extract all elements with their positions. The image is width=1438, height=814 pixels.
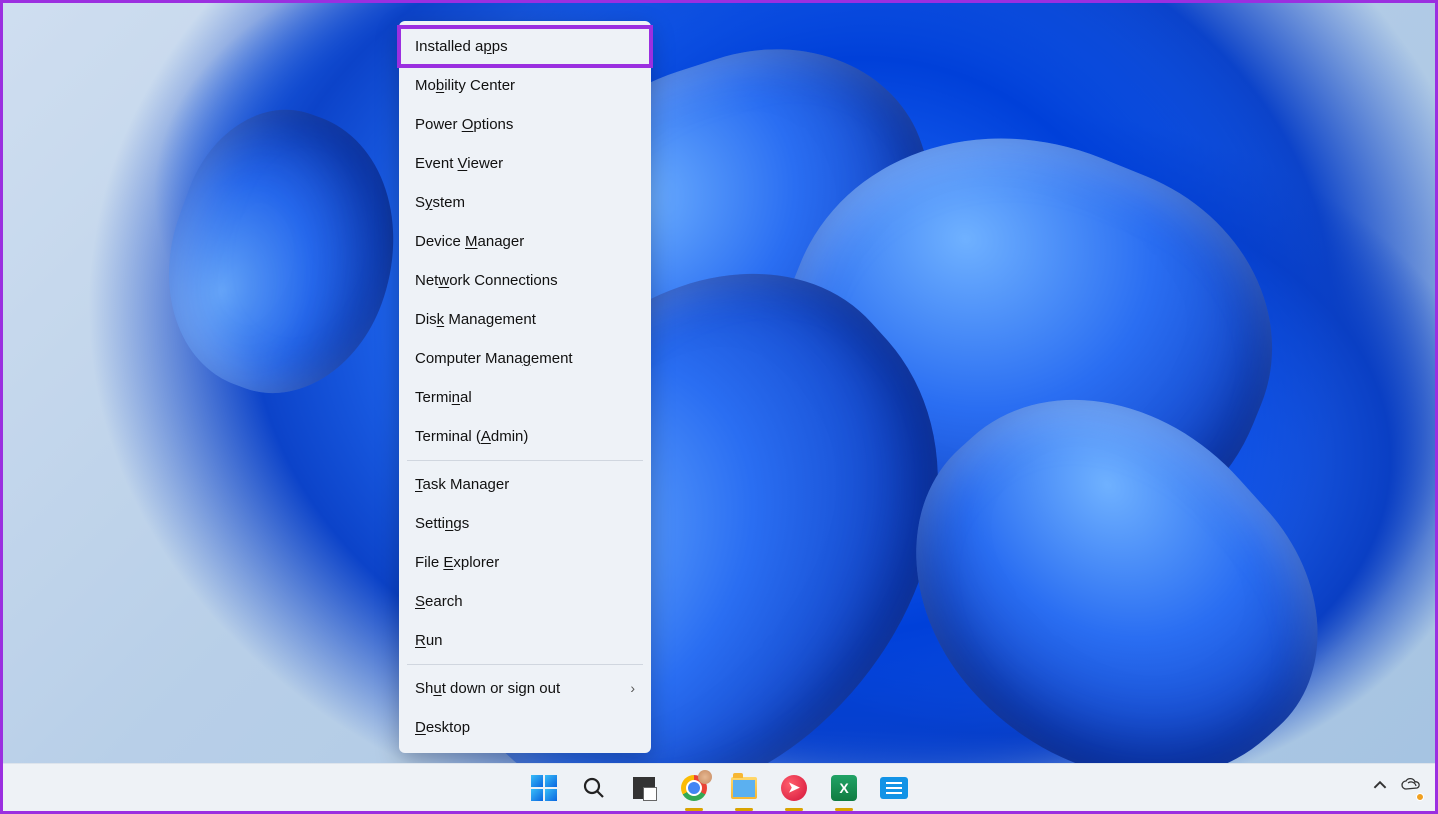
microsoft-excel[interactable]: X xyxy=(830,774,858,802)
menu-item-network-connections[interactable]: Network Connections xyxy=(399,261,651,300)
menu-item-label: Mobility Center xyxy=(415,75,515,96)
search-icon xyxy=(582,776,606,800)
menu-item-settings[interactable]: Settings xyxy=(399,504,651,543)
taskbar: ➤X xyxy=(3,763,1435,811)
menu-item-label: Settings xyxy=(415,513,469,534)
windows-logo-icon xyxy=(531,775,557,801)
menu-item-system[interactable]: System xyxy=(399,183,651,222)
menu-item-desktop[interactable]: Desktop xyxy=(399,708,651,747)
running-indicator xyxy=(785,808,803,811)
menu-separator xyxy=(407,664,643,665)
menu-item-label: Event Viewer xyxy=(415,153,503,174)
menu-item-task-manager[interactable]: Task Manager xyxy=(399,465,651,504)
menu-item-label: Terminal (Admin) xyxy=(415,426,528,447)
winx-context-menu: Installed apps Mobility Center Power Optio… xyxy=(399,21,651,753)
running-indicator xyxy=(735,808,753,811)
menu-item-label: Desktop xyxy=(415,717,470,738)
menu-item-label: Network Connections xyxy=(415,270,558,291)
app-icon: ➤ xyxy=(781,775,807,801)
menu-item-terminal[interactable]: Terminal xyxy=(399,378,651,417)
menu-item-search[interactable]: Search xyxy=(399,582,651,621)
menu-item-installed-apps[interactable]: Installed apps xyxy=(399,27,651,66)
google-chrome[interactable] xyxy=(680,774,708,802)
desktop-wallpaper[interactable] xyxy=(3,3,1435,763)
menu-item-mobility-center[interactable]: Mobility Center xyxy=(399,66,651,105)
menu-item-label: Terminal xyxy=(415,387,472,408)
task-view[interactable] xyxy=(630,774,658,802)
taskbar-icons: ➤X xyxy=(530,774,908,802)
menu-item-device-manager[interactable]: Device Manager xyxy=(399,222,651,261)
system-tray xyxy=(1373,763,1421,811)
app-icon xyxy=(880,777,908,799)
pinned-app-blue[interactable] xyxy=(880,774,908,802)
menu-item-label: Shut down or sign out xyxy=(415,678,560,699)
file-explorer-icon xyxy=(731,777,757,799)
menu-item-label: Installed apps xyxy=(415,36,508,57)
menu-item-label: Search xyxy=(415,591,463,612)
start-button[interactable] xyxy=(530,774,558,802)
chevron-right-icon: › xyxy=(630,679,635,699)
menu-item-label: Task Manager xyxy=(415,474,509,495)
menu-separator xyxy=(407,460,643,461)
menu-item-event-viewer[interactable]: Event Viewer xyxy=(399,144,651,183)
taskbar-search[interactable] xyxy=(580,774,608,802)
menu-item-terminal-admin[interactable]: Terminal (Admin) xyxy=(399,417,651,456)
menu-item-label: File Explorer xyxy=(415,552,499,573)
pinned-app-red[interactable]: ➤ xyxy=(780,774,808,802)
menu-item-label: Computer Management xyxy=(415,348,573,369)
menu-item-file-explorer[interactable]: File Explorer xyxy=(399,543,651,582)
menu-item-label: Disk Management xyxy=(415,309,536,330)
menu-item-computer-management[interactable]: Computer Management xyxy=(399,339,651,378)
menu-item-disk-management[interactable]: Disk Management xyxy=(399,300,651,339)
chrome-profile-avatar xyxy=(698,770,712,784)
task-view-icon xyxy=(633,777,655,799)
running-indicator xyxy=(685,808,703,811)
file-explorer[interactable] xyxy=(730,774,758,802)
excel-icon: X xyxy=(831,775,857,801)
onedrive-icon[interactable] xyxy=(1401,775,1421,799)
tray-expand-icon[interactable] xyxy=(1373,778,1387,796)
menu-item-label: Run xyxy=(415,630,443,651)
menu-item-power-options[interactable]: Power Options xyxy=(399,105,651,144)
running-indicator xyxy=(835,808,853,811)
menu-item-label: Power Options xyxy=(415,114,513,135)
menu-item-label: System xyxy=(415,192,465,213)
menu-item-label: Device Manager xyxy=(415,231,524,252)
menu-item-run[interactable]: Run xyxy=(399,621,651,660)
menu-item-shut-down[interactable]: Shut down or sign out › xyxy=(399,669,651,708)
